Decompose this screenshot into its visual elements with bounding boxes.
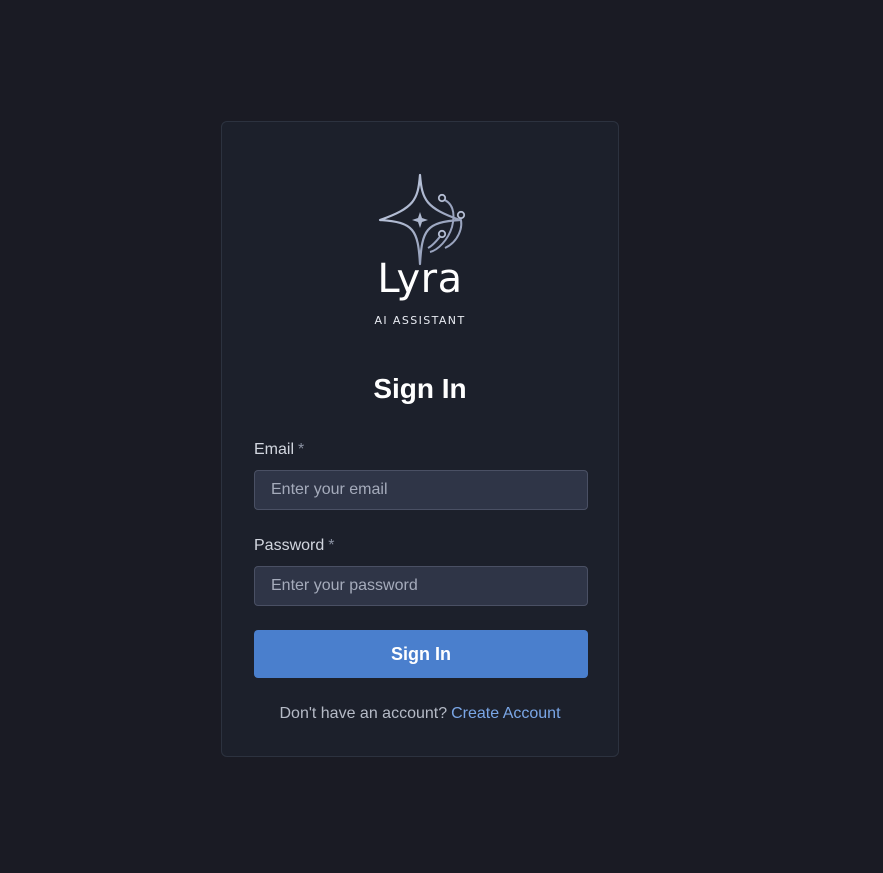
sparkle-star-circuit-icon (370, 172, 470, 332)
signup-prompt: Don't have an account? Create Account (222, 704, 618, 724)
sign-in-card: Lyra AI ASSISTANT Sign In Email* Passwor… (221, 121, 619, 757)
signup-prompt-text: Don't have an account? (279, 705, 448, 722)
sign-in-button[interactable]: Sign In (254, 630, 588, 678)
email-input[interactable] (254, 470, 588, 510)
password-label-text: Password (254, 537, 325, 554)
required-marker: * (298, 441, 305, 458)
email-label: Email * (254, 440, 304, 460)
create-account-link[interactable]: Create Account (451, 705, 560, 722)
email-label-text: Email (254, 441, 295, 458)
page-title: Sign In (373, 373, 467, 404)
required-marker: * (328, 537, 335, 554)
password-label: Password * (254, 536, 334, 556)
brand-tagline: AI ASSISTANT (374, 314, 466, 327)
brand-name: Lyra (377, 256, 463, 302)
password-input[interactable] (254, 566, 588, 606)
